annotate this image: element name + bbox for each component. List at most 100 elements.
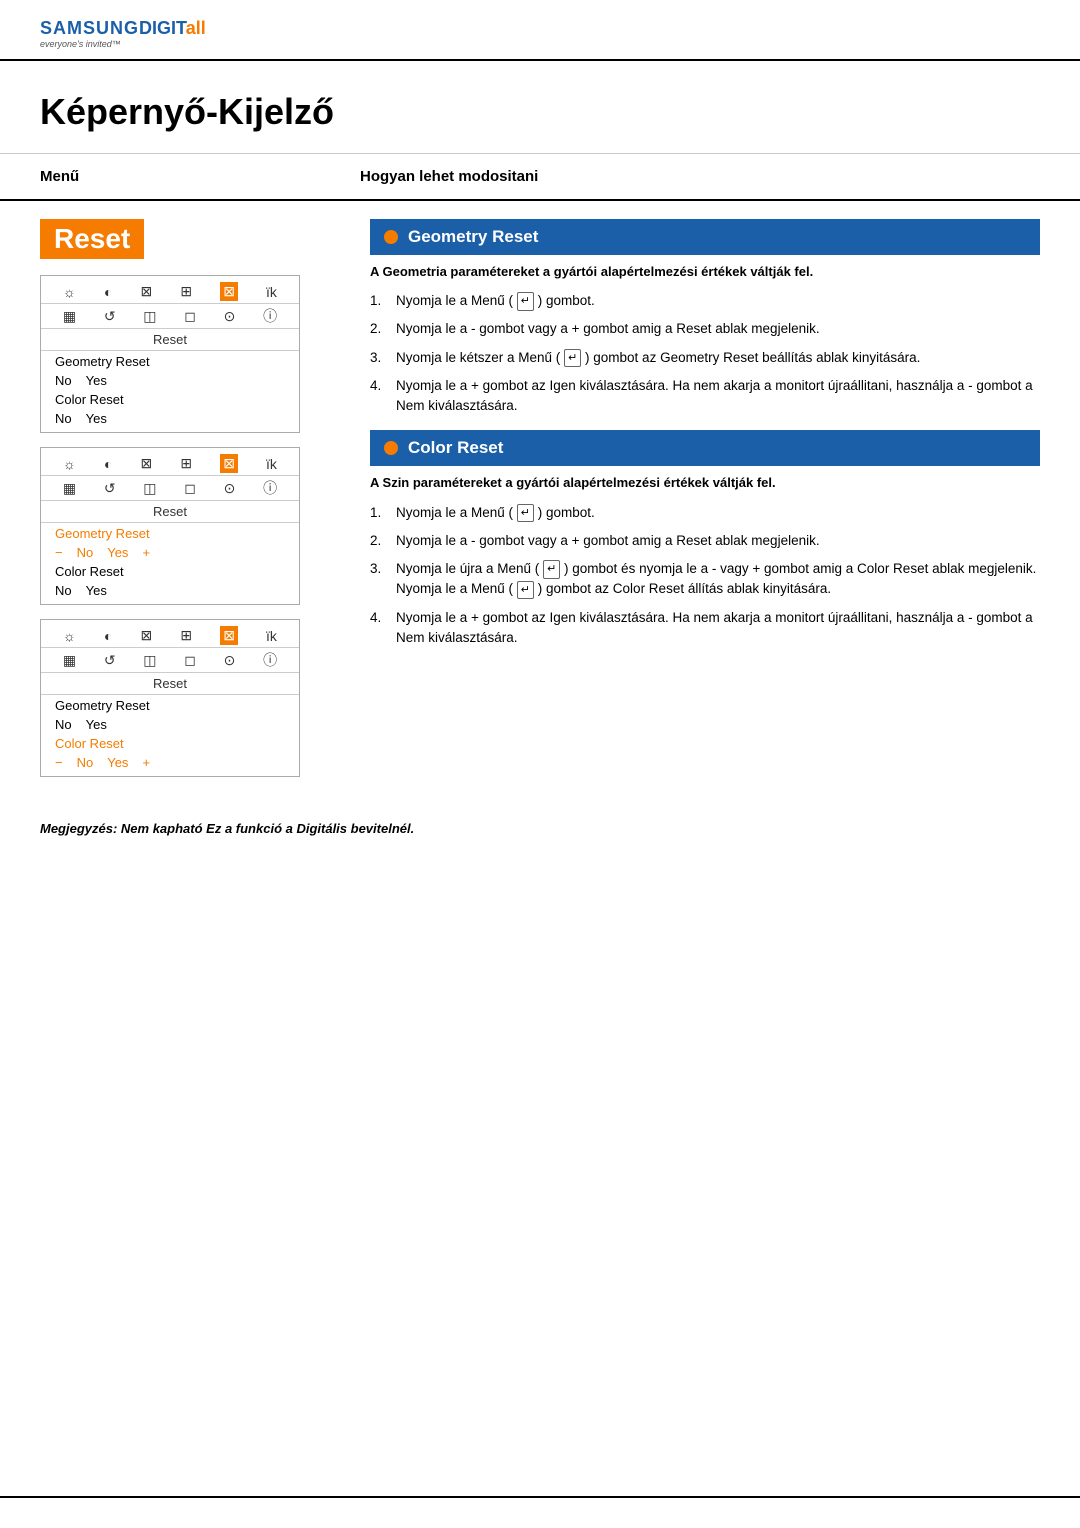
panel1-geo-sub: No Yes: [41, 372, 299, 389]
info-icon-3: ïk: [266, 628, 277, 644]
panel3-geo-sub: No Yes: [41, 716, 299, 733]
step-text-c4: Nyomja le a + gombot az Igen kiválasztás…: [396, 608, 1040, 649]
panel3-geo-yes: Yes: [86, 717, 107, 732]
step-text-c3: Nyomja le újra a Menű ( ↵ ) gombot és ny…: [396, 559, 1040, 600]
main-content: Reset ☼ ◐ ⊠ ⊞ ⊠ ïk ▦ ↺ ◫ ◻ ⊙ ⓘ Reset Geo…: [0, 211, 1080, 791]
exit-icon: ⓘ: [263, 306, 277, 326]
icons-row-2a: ☼ ◐ ⊠ ⊞ ⊠ ïk: [41, 448, 299, 476]
panel1-reset-text: Reset: [41, 329, 299, 351]
col-menu-label: Menű: [40, 168, 360, 185]
image-icon-3: ⊠: [141, 627, 153, 644]
panel2-geo-minus: −: [55, 545, 63, 560]
panel3-color-yes: Yes: [107, 755, 128, 770]
geometry-dot: [384, 230, 398, 244]
geometry-step-3: 3. Nyomja le kétszer a Menű ( ↵ ) gombot…: [370, 348, 1040, 368]
panel1-color-yes: Yes: [86, 411, 107, 426]
info-icon-2: ïk: [266, 456, 277, 472]
panel2-color-label: Color Reset: [41, 561, 299, 582]
step-text-c2: Nyomja le a - gombot vagy a + gombot ami…: [396, 531, 1040, 551]
pic-icon-3: ▦: [63, 652, 76, 669]
image-icon-2: ⊠: [141, 455, 153, 472]
position-icon-2: ⊞: [180, 455, 192, 472]
contrast-icon: ◐: [104, 284, 112, 300]
geometry-step-4: 4. Nyomja le a + gombot az Igen kiválasz…: [370, 376, 1040, 417]
image-icon: ⊠: [141, 283, 153, 300]
panel1-geo-yes: Yes: [86, 373, 107, 388]
geometry-steps: 1. Nyomja le a Menű ( ↵ ) gombot. 2. Nyo…: [370, 291, 1040, 416]
menu-icon-inline-c1: ↵: [517, 504, 534, 523]
color-icon-2: ↺: [104, 480, 116, 497]
panel2-color-yes: Yes: [86, 583, 107, 598]
icons-row-3a: ☼ ◐ ⊠ ⊞ ⊠ ïk: [41, 620, 299, 648]
menu-panel-2: ☼ ◐ ⊠ ⊞ ⊠ ïk ▦ ↺ ◫ ◻ ⊙ ⓘ Reset Geometry …: [40, 447, 300, 605]
geometry-step-2: 2. Nyomja le a - gombot vagy a + gombot …: [370, 319, 1040, 339]
left-column: Reset ☼ ◐ ⊠ ⊞ ⊠ ïk ▦ ↺ ◫ ◻ ⊙ ⓘ Reset Geo…: [40, 211, 350, 791]
icons-row-1a: ☼ ◐ ⊠ ⊞ ⊠ ïk: [41, 276, 299, 304]
pic-icon-2: ▦: [63, 480, 76, 497]
icons-row-2b: ▦ ↺ ◫ ◻ ⊙ ⓘ: [41, 476, 299, 501]
setup-icon: ◻: [184, 308, 196, 325]
panel3-color-plus: +: [142, 755, 150, 770]
color-steps: 1. Nyomja le a Menű ( ↵ ) gombot. 2. Nyo…: [370, 503, 1040, 649]
panel3-color-label: Color Reset: [41, 733, 299, 754]
reset-icon-hl: ⊠: [220, 282, 238, 301]
panel3-reset-text: Reset: [41, 673, 299, 695]
step-num-c4: 4.: [370, 608, 390, 649]
panel3-color-minus: −: [55, 755, 63, 770]
panel2-geo-label: Geometry Reset: [41, 523, 299, 544]
step-num-g1: 1.: [370, 291, 390, 311]
panel1-geo-no: No: [55, 373, 72, 388]
osd-icon-2: ◫: [143, 480, 156, 497]
panel1-color-no: No: [55, 411, 72, 426]
reset-icon-hl-2: ⊠: [220, 454, 238, 473]
menu-icon-inline-c3a: ↵: [543, 560, 560, 579]
step-num-g2: 2.: [370, 319, 390, 339]
color-reset-header: Color Reset: [370, 430, 1040, 466]
logo-tagline: everyone's invited™: [40, 39, 121, 49]
geometry-reset-title: Geometry Reset: [408, 227, 538, 247]
exit-icon-2: ⓘ: [263, 478, 277, 498]
color-reset-desc: A Szin paramétereket a gyártói alapértel…: [370, 474, 1040, 492]
color-step-4: 4. Nyomja le a + gombot az Igen kiválasz…: [370, 608, 1040, 649]
panel2-geo-yes: Yes: [107, 545, 128, 560]
info-icon: ïk: [266, 284, 277, 300]
position-icon: ⊞: [180, 283, 192, 300]
panel2-geo-plus: +: [142, 545, 150, 560]
position-icon-3: ⊞: [180, 627, 192, 644]
setup-icon-3: ◻: [184, 652, 196, 669]
panel1-color-label: Color Reset: [41, 389, 299, 410]
page-title-section: Képernyő-Kijelző: [0, 61, 1080, 154]
column-headers: Menű Hogyan lehet modositani: [0, 154, 1080, 201]
step-num-c2: 2.: [370, 531, 390, 551]
clock-icon-2: ⊙: [224, 480, 236, 497]
brightness-icon-2: ☼: [63, 456, 76, 472]
color-icon: ↺: [104, 308, 116, 325]
col-how-label: Hogyan lehet modositani: [360, 168, 1040, 185]
icons-row-1b: ▦ ↺ ◫ ◻ ⊙ ⓘ: [41, 304, 299, 329]
contrast-icon-3: ◐: [104, 628, 112, 644]
geometry-step-1: 1. Nyomja le a Menű ( ↵ ) gombot.: [370, 291, 1040, 311]
reset-label: Reset: [40, 219, 144, 259]
panel3-geo-label: Geometry Reset: [41, 695, 299, 716]
step-num-c1: 1.: [370, 503, 390, 523]
panel1-color-sub: No Yes: [41, 410, 299, 432]
contrast-icon-2: ◐: [104, 456, 112, 472]
exit-icon-3: ⓘ: [263, 650, 277, 670]
logo-area: SAMSUNG DIGITall everyone's invited™: [40, 18, 1040, 49]
reset-icon-hl-3: ⊠: [220, 626, 238, 645]
osd-icon: ◫: [143, 308, 156, 325]
brightness-icon-3: ☼: [63, 628, 76, 644]
step-num-g3: 3.: [370, 348, 390, 368]
color-step-3: 3. Nyomja le újra a Menű ( ↵ ) gombot és…: [370, 559, 1040, 600]
menu-icon-inline-g1: ↵: [517, 292, 534, 311]
icons-row-3b: ▦ ↺ ◫ ◻ ⊙ ⓘ: [41, 648, 299, 673]
panel2-geo-no: No: [77, 545, 94, 560]
geometry-reset-desc: A Geometria paramétereket a gyártói alap…: [370, 263, 1040, 281]
color-step-1: 1. Nyomja le a Menű ( ↵ ) gombot.: [370, 503, 1040, 523]
panel3-geo-no: No: [55, 717, 72, 732]
panel3-color-sub: − No Yes +: [41, 754, 299, 776]
step-text-g3: Nyomja le kétszer a Menű ( ↵ ) gombot az…: [396, 348, 1040, 368]
menu-icon-inline-g3: ↵: [564, 349, 581, 368]
menu-panel-3: ☼ ◐ ⊠ ⊞ ⊠ ïk ▦ ↺ ◫ ◻ ⊙ ⓘ Reset Geometry …: [40, 619, 300, 777]
step-text-g4: Nyomja le a + gombot az Igen kiválasztás…: [396, 376, 1040, 417]
